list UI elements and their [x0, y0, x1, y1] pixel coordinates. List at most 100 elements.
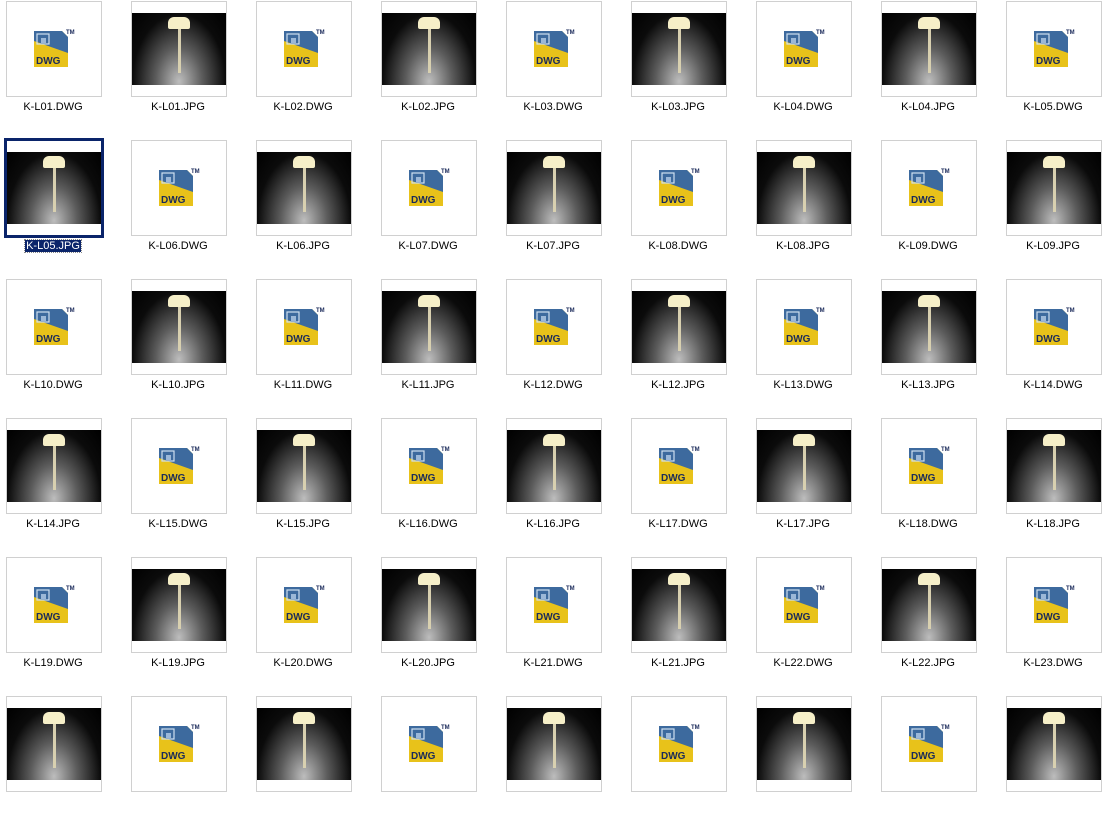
- file-item[interactable]: K-L22.JPG: [875, 556, 1000, 695]
- thumbnail[interactable]: DWG TM: [6, 557, 102, 653]
- thumbnail[interactable]: [506, 140, 602, 236]
- file-item[interactable]: K-L12.JPG: [625, 278, 750, 417]
- file-item[interactable]: K-L11.JPG: [375, 278, 500, 417]
- file-item[interactable]: DWG TM: [125, 695, 250, 834]
- thumbnail[interactable]: [881, 279, 977, 375]
- file-item[interactable]: DWG TM K-L14.DWG: [1000, 278, 1109, 417]
- file-item[interactable]: DWG TM K-L07.DWG: [375, 139, 500, 278]
- thumbnail[interactable]: [381, 279, 477, 375]
- thumbnail[interactable]: DWG TM: [881, 140, 977, 236]
- file-item[interactable]: DWG TM K-L08.DWG: [625, 139, 750, 278]
- file-item[interactable]: K-L13.JPG: [875, 278, 1000, 417]
- thumbnail[interactable]: DWG TM: [1006, 1, 1102, 97]
- thumbnail[interactable]: [4, 138, 104, 238]
- thumbnail[interactable]: [631, 1, 727, 97]
- thumbnail[interactable]: DWG TM: [6, 279, 102, 375]
- thumbnail[interactable]: DWG TM: [506, 1, 602, 97]
- file-item[interactable]: K-L14.JPG: [0, 417, 125, 556]
- thumbnail[interactable]: [756, 418, 852, 514]
- thumbnail[interactable]: DWG TM: [756, 557, 852, 653]
- thumbnail[interactable]: DWG TM: [381, 140, 477, 236]
- file-item[interactable]: DWG TM: [875, 695, 1000, 834]
- file-item[interactable]: DWG TM K-L05.DWG: [1000, 0, 1109, 139]
- thumbnail[interactable]: DWG TM: [256, 1, 352, 97]
- thumbnail[interactable]: DWG TM: [506, 557, 602, 653]
- thumbnail[interactable]: [131, 1, 227, 97]
- file-item[interactable]: K-L19.JPG: [125, 556, 250, 695]
- thumbnail[interactable]: DWG TM: [756, 279, 852, 375]
- file-item[interactable]: [1000, 695, 1109, 834]
- file-item[interactable]: DWG TM K-L04.DWG: [750, 0, 875, 139]
- thumbnail[interactable]: [1006, 696, 1102, 792]
- file-item[interactable]: K-L04.JPG: [875, 0, 1000, 139]
- file-item[interactable]: K-L05.JPG: [0, 138, 125, 278]
- thumbnail[interactable]: DWG TM: [631, 140, 727, 236]
- thumbnail[interactable]: DWG TM: [631, 418, 727, 514]
- thumbnail[interactable]: DWG TM: [131, 418, 227, 514]
- file-item[interactable]: K-L08.JPG: [750, 139, 875, 278]
- thumbnail[interactable]: [631, 557, 727, 653]
- thumbnail[interactable]: DWG TM: [631, 696, 727, 792]
- file-item[interactable]: DWG TM: [375, 695, 500, 834]
- file-item[interactable]: DWG TM K-L01.DWG: [0, 0, 125, 139]
- thumbnail[interactable]: [6, 696, 102, 792]
- file-item[interactable]: K-L07.JPG: [500, 139, 625, 278]
- file-item[interactable]: DWG TM K-L17.DWG: [625, 417, 750, 556]
- file-item[interactable]: DWG TM: [625, 695, 750, 834]
- thumbnail[interactable]: DWG TM: [381, 418, 477, 514]
- thumbnail[interactable]: DWG TM: [131, 140, 227, 236]
- thumbnail[interactable]: [381, 557, 477, 653]
- thumbnail[interactable]: DWG TM: [6, 1, 102, 97]
- thumbnail[interactable]: DWG TM: [1006, 279, 1102, 375]
- thumbnail[interactable]: DWG TM: [131, 696, 227, 792]
- file-item[interactable]: DWG TM K-L03.DWG: [500, 0, 625, 139]
- file-item[interactable]: DWG TM K-L18.DWG: [875, 417, 1000, 556]
- file-item[interactable]: K-L20.JPG: [375, 556, 500, 695]
- thumbnail[interactable]: DWG TM: [256, 557, 352, 653]
- file-item[interactable]: K-L15.JPG: [250, 417, 375, 556]
- thumbnail[interactable]: [506, 696, 602, 792]
- file-item[interactable]: DWG TM K-L06.DWG: [125, 139, 250, 278]
- file-item[interactable]: K-L21.JPG: [625, 556, 750, 695]
- thumbnail[interactable]: [756, 696, 852, 792]
- file-item[interactable]: DWG TM K-L19.DWG: [0, 556, 125, 695]
- thumbnail[interactable]: DWG TM: [1006, 557, 1102, 653]
- thumbnail[interactable]: DWG TM: [881, 418, 977, 514]
- thumbnail[interactable]: [131, 279, 227, 375]
- thumbnail[interactable]: DWG TM: [506, 279, 602, 375]
- thumbnail[interactable]: [1006, 140, 1102, 236]
- thumbnail[interactable]: [881, 557, 977, 653]
- file-item[interactable]: DWG TM K-L11.DWG: [250, 278, 375, 417]
- file-item[interactable]: K-L09.JPG: [1000, 139, 1109, 278]
- file-item[interactable]: DWG TM K-L09.DWG: [875, 139, 1000, 278]
- file-item[interactable]: DWG TM K-L13.DWG: [750, 278, 875, 417]
- file-item[interactable]: DWG TM K-L10.DWG: [0, 278, 125, 417]
- file-item[interactable]: DWG TM K-L16.DWG: [375, 417, 500, 556]
- file-item[interactable]: K-L01.JPG: [125, 0, 250, 139]
- file-item[interactable]: K-L06.JPG: [250, 139, 375, 278]
- thumbnail[interactable]: [881, 1, 977, 97]
- file-item[interactable]: DWG TM K-L15.DWG: [125, 417, 250, 556]
- thumbnail[interactable]: [506, 418, 602, 514]
- file-item[interactable]: [500, 695, 625, 834]
- file-item[interactable]: DWG TM K-L02.DWG: [250, 0, 375, 139]
- thumbnail[interactable]: [381, 1, 477, 97]
- thumbnail[interactable]: [131, 557, 227, 653]
- thumbnail[interactable]: DWG TM: [256, 279, 352, 375]
- thumbnail[interactable]: [256, 418, 352, 514]
- thumbnail[interactable]: [256, 140, 352, 236]
- file-item[interactable]: K-L18.JPG: [1000, 417, 1109, 556]
- file-item[interactable]: K-L02.JPG: [375, 0, 500, 139]
- file-item[interactable]: DWG TM K-L12.DWG: [500, 278, 625, 417]
- file-item[interactable]: [750, 695, 875, 834]
- file-item[interactable]: K-L03.JPG: [625, 0, 750, 139]
- thumbnail[interactable]: [1006, 418, 1102, 514]
- file-item[interactable]: DWG TM K-L23.DWG: [1000, 556, 1109, 695]
- file-item[interactable]: [250, 695, 375, 834]
- file-item[interactable]: [0, 695, 125, 834]
- thumbnail[interactable]: DWG TM: [881, 696, 977, 792]
- file-item[interactable]: DWG TM K-L22.DWG: [750, 556, 875, 695]
- thumbnail[interactable]: [6, 418, 102, 514]
- thumbnail[interactable]: DWG TM: [756, 1, 852, 97]
- thumbnail[interactable]: [756, 140, 852, 236]
